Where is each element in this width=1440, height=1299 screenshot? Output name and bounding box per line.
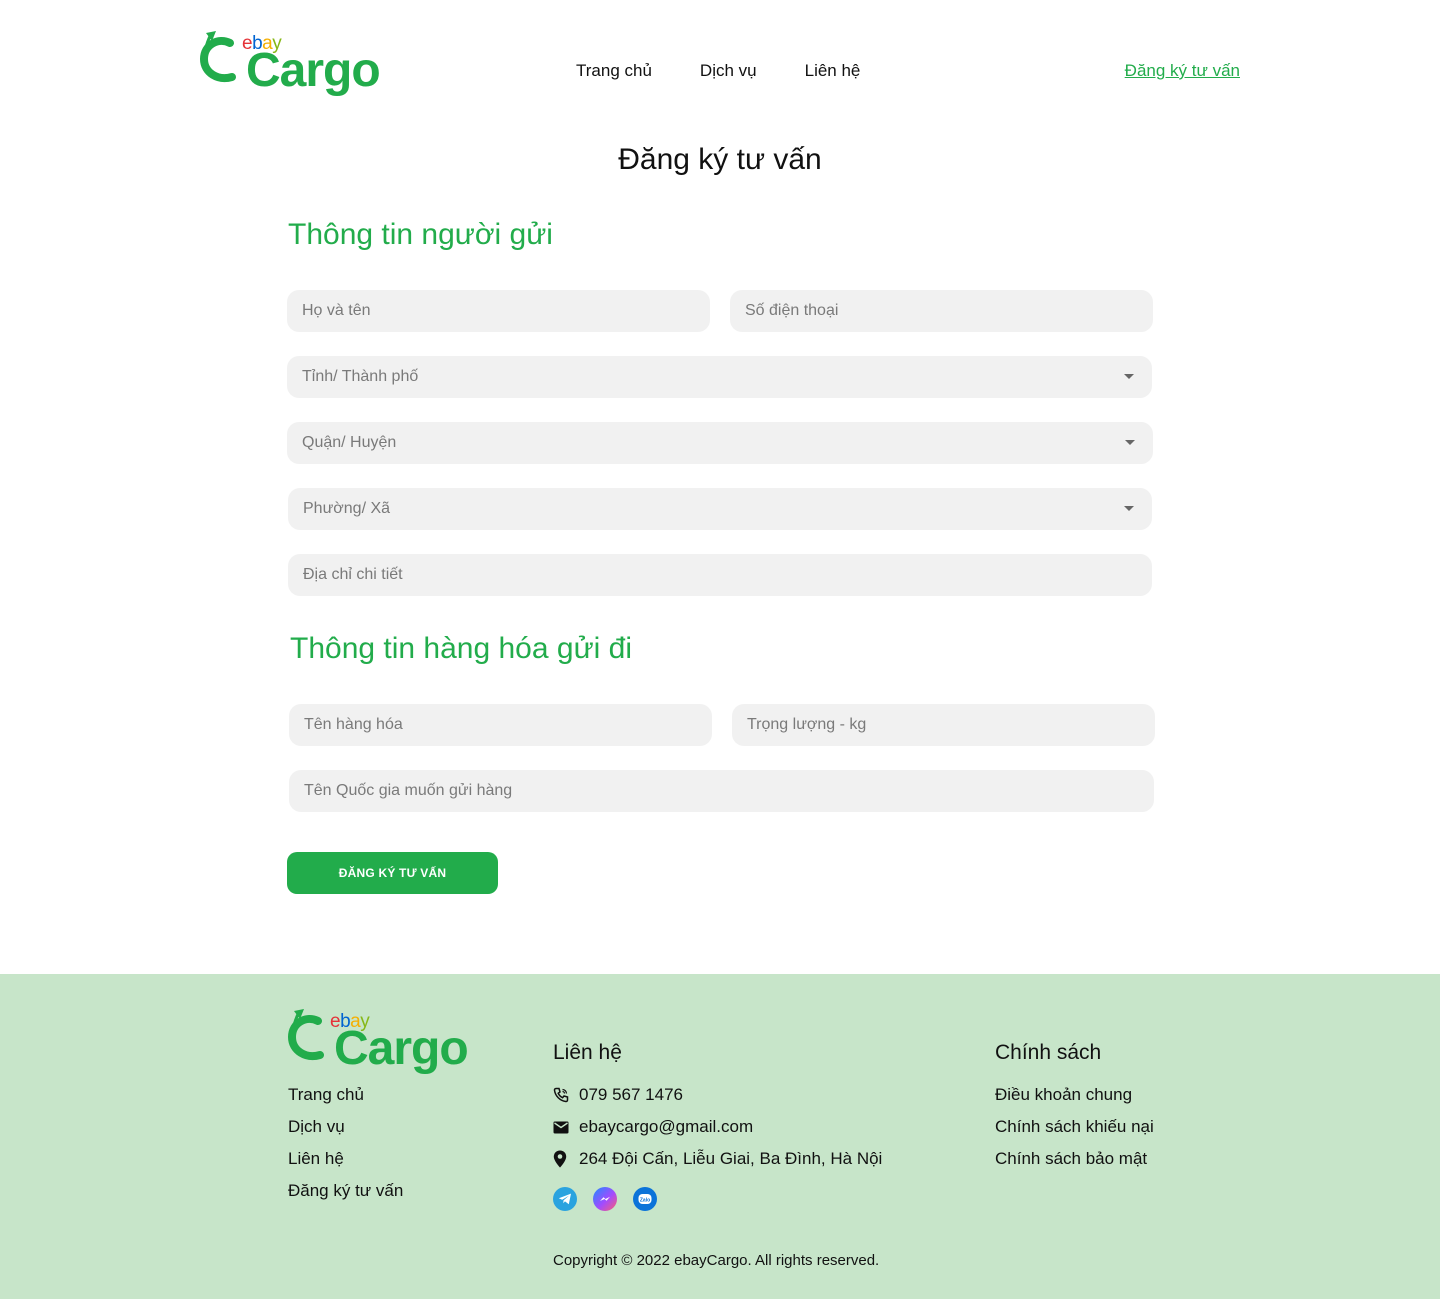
brand-logo[interactable]: ebay Cargo — [200, 27, 381, 95]
site-header: ebay Cargo Trang chủ Dịch vụ Liên hệ Đăn… — [0, 0, 1440, 120]
footer-link-services[interactable]: Dịch vụ — [288, 1116, 403, 1148]
contact-address: 264 Đội Cấn, Liễu Giai, Ba Đình, Hà Nội — [579, 1149, 883, 1168]
chevron-down-icon — [1125, 440, 1135, 445]
site-footer: ebay Cargo Trang chủ Dịch vụ Liên hệ Đăn… — [0, 974, 1440, 1299]
phone-input[interactable] — [730, 290, 1153, 332]
policy-links: Điều khoản chung Chính sách khiếu nại Ch… — [995, 1084, 1154, 1180]
footer-brand-logo[interactable]: ebay Cargo — [288, 1005, 469, 1073]
policy-heading: Chính sách — [995, 1041, 1102, 1064]
page-title: Đăng ký tư vấn — [618, 143, 822, 176]
logo-c-arrow-icon — [288, 1009, 324, 1060]
policy-link-complaints[interactable]: Chính sách khiếu nại — [995, 1116, 1154, 1148]
address-field — [288, 554, 1152, 596]
footer-link-contact[interactable]: Liên hệ — [288, 1148, 403, 1180]
footer-link-home[interactable]: Trang chủ — [288, 1084, 403, 1116]
social-links: Zalo — [553, 1187, 657, 1211]
nav-home[interactable]: Trang chủ — [576, 60, 652, 82]
zalo-icon[interactable]: Zalo — [633, 1187, 657, 1211]
district-select[interactable]: Quận/ Huyện — [287, 422, 1153, 464]
mail-icon — [553, 1116, 579, 1138]
contact-heading: Liên hệ — [553, 1041, 622, 1064]
country-field — [289, 770, 1154, 812]
contact-phone-row: 079 567 1476 — [553, 1084, 882, 1116]
location-pin-icon — [553, 1148, 579, 1170]
messenger-icon[interactable] — [593, 1187, 617, 1211]
phone-field — [730, 290, 1153, 332]
logo-cargo-text: Cargo — [246, 44, 381, 97]
policy-link-terms[interactable]: Điều khoản chung — [995, 1084, 1154, 1116]
sender-section-title: Thông tin người gửi — [288, 218, 553, 251]
chevron-down-icon — [1124, 374, 1134, 379]
contact-address-row: 264 Đội Cấn, Liễu Giai, Ba Đình, Hà Nội — [553, 1148, 882, 1180]
footer-link-register[interactable]: Đăng ký tư vấn — [288, 1180, 403, 1212]
province-select-label: Tỉnh/ Thành phố — [302, 368, 419, 385]
weight-field — [732, 704, 1155, 746]
address-input[interactable] — [288, 554, 1152, 596]
province-select[interactable]: Tỉnh/ Thành phố — [287, 356, 1152, 398]
main-nav: Trang chủ Dịch vụ Liên hệ — [576, 60, 908, 82]
country-input[interactable] — [289, 770, 1154, 812]
ward-select-label: Phường/ Xã — [303, 500, 391, 517]
svg-text:Zalo: Zalo — [640, 1197, 650, 1203]
full-name-input[interactable] — [287, 290, 710, 332]
policy-link-privacy[interactable]: Chính sách bảo mật — [995, 1148, 1154, 1180]
nav-services[interactable]: Dịch vụ — [700, 60, 757, 82]
nav-contact[interactable]: Liên hệ — [805, 60, 861, 82]
logo-cargo-text: Cargo — [334, 1022, 469, 1075]
phone-icon — [553, 1084, 579, 1106]
logo-c-arrow-icon — [200, 31, 236, 82]
submit-register-button[interactable]: ĐĂNG KÝ TƯ VẤN — [287, 852, 498, 894]
nav-register-link[interactable]: Đăng ký tư vấn — [1125, 60, 1240, 82]
goods-name-field — [289, 704, 712, 746]
goods-section-title: Thông tin hàng hóa gửi đi — [290, 632, 632, 665]
footer-nav: Trang chủ Dịch vụ Liên hệ Đăng ký tư vấn — [288, 1084, 403, 1212]
goods-name-input[interactable] — [289, 704, 712, 746]
telegram-icon[interactable] — [553, 1187, 577, 1211]
ward-select[interactable]: Phường/ Xã — [288, 488, 1152, 530]
weight-input[interactable] — [732, 704, 1155, 746]
chevron-down-icon — [1124, 506, 1134, 511]
district-select-label: Quận/ Huyện — [302, 434, 397, 451]
contact-phone[interactable]: 079 567 1476 — [579, 1084, 683, 1106]
full-name-field — [287, 290, 710, 332]
contact-email[interactable]: ebaycargo@gmail.com — [579, 1116, 753, 1138]
contact-info: 079 567 1476 ebaycargo@gmail.com 264 Đội… — [553, 1084, 882, 1180]
copyright-text: Copyright © 2022 ebayCargo. All rights r… — [553, 1252, 880, 1269]
contact-email-row: ebaycargo@gmail.com — [553, 1116, 882, 1148]
